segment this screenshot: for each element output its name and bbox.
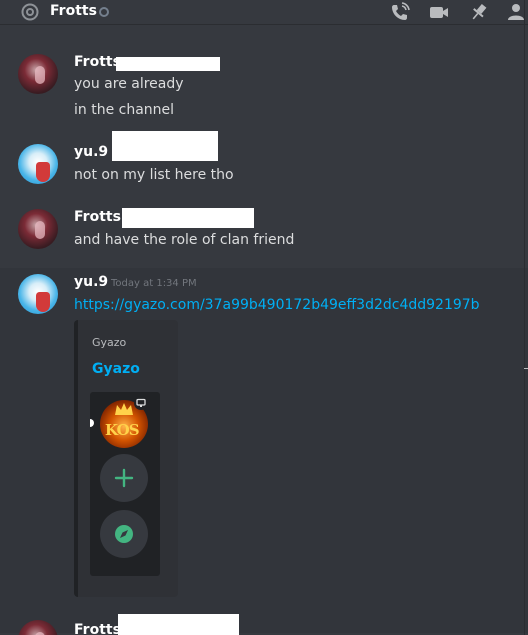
at-icon [21,3,39,21]
username[interactable]: Frotts [74,54,121,70]
window-edge [524,0,525,635]
phone-call-icon[interactable] [390,2,410,22]
crown-icon [115,403,133,415]
avatar[interactable] [18,54,58,94]
message-list: Frotts you are already in the channel yu… [0,26,528,635]
username[interactable]: yu.9 [74,274,108,290]
explore-servers-button[interactable] [100,510,148,558]
status-dot [99,7,109,17]
members-icon[interactable] [506,2,526,22]
selected-pill [90,419,94,427]
server-icon-text: KOS [105,421,140,439]
username[interactable]: Frotts [74,209,121,225]
channel-header: Frotts [0,0,528,25]
add-server-button[interactable] [100,454,148,502]
message-link[interactable]: https://gyazo.com/37a99b490172b49eff3d2d… [74,297,480,313]
plus-icon [114,468,134,488]
embed-title[interactable]: Gyazo [92,361,140,377]
redaction-box [118,614,239,635]
embed-provider: Gyazo [92,336,127,349]
avatar[interactable] [18,144,58,184]
message-text: in the channel [74,102,175,118]
pin-icon[interactable] [469,2,489,22]
avatar[interactable] [18,274,58,314]
link-embed: Gyazo Gyazo KOS [74,320,178,597]
redaction-box [112,131,218,161]
redaction-box [122,208,254,228]
message-text: not on my list here tho [74,167,234,183]
message-text: you are already [74,76,184,92]
video-camera-icon[interactable] [429,2,449,22]
compass-icon [115,525,133,543]
timestamp: Today at 1:34 PM [111,278,197,289]
redaction-box [116,57,220,71]
username[interactable]: Frotts [74,622,121,635]
username[interactable]: yu.9 [74,144,108,160]
monitor-icon [134,396,148,410]
avatar[interactable] [18,209,58,249]
channel-title: Frotts [50,3,97,19]
embed-image[interactable]: KOS [90,392,160,576]
message-text: and have the role of clan friend [74,232,295,248]
scroll-marker [524,368,528,369]
